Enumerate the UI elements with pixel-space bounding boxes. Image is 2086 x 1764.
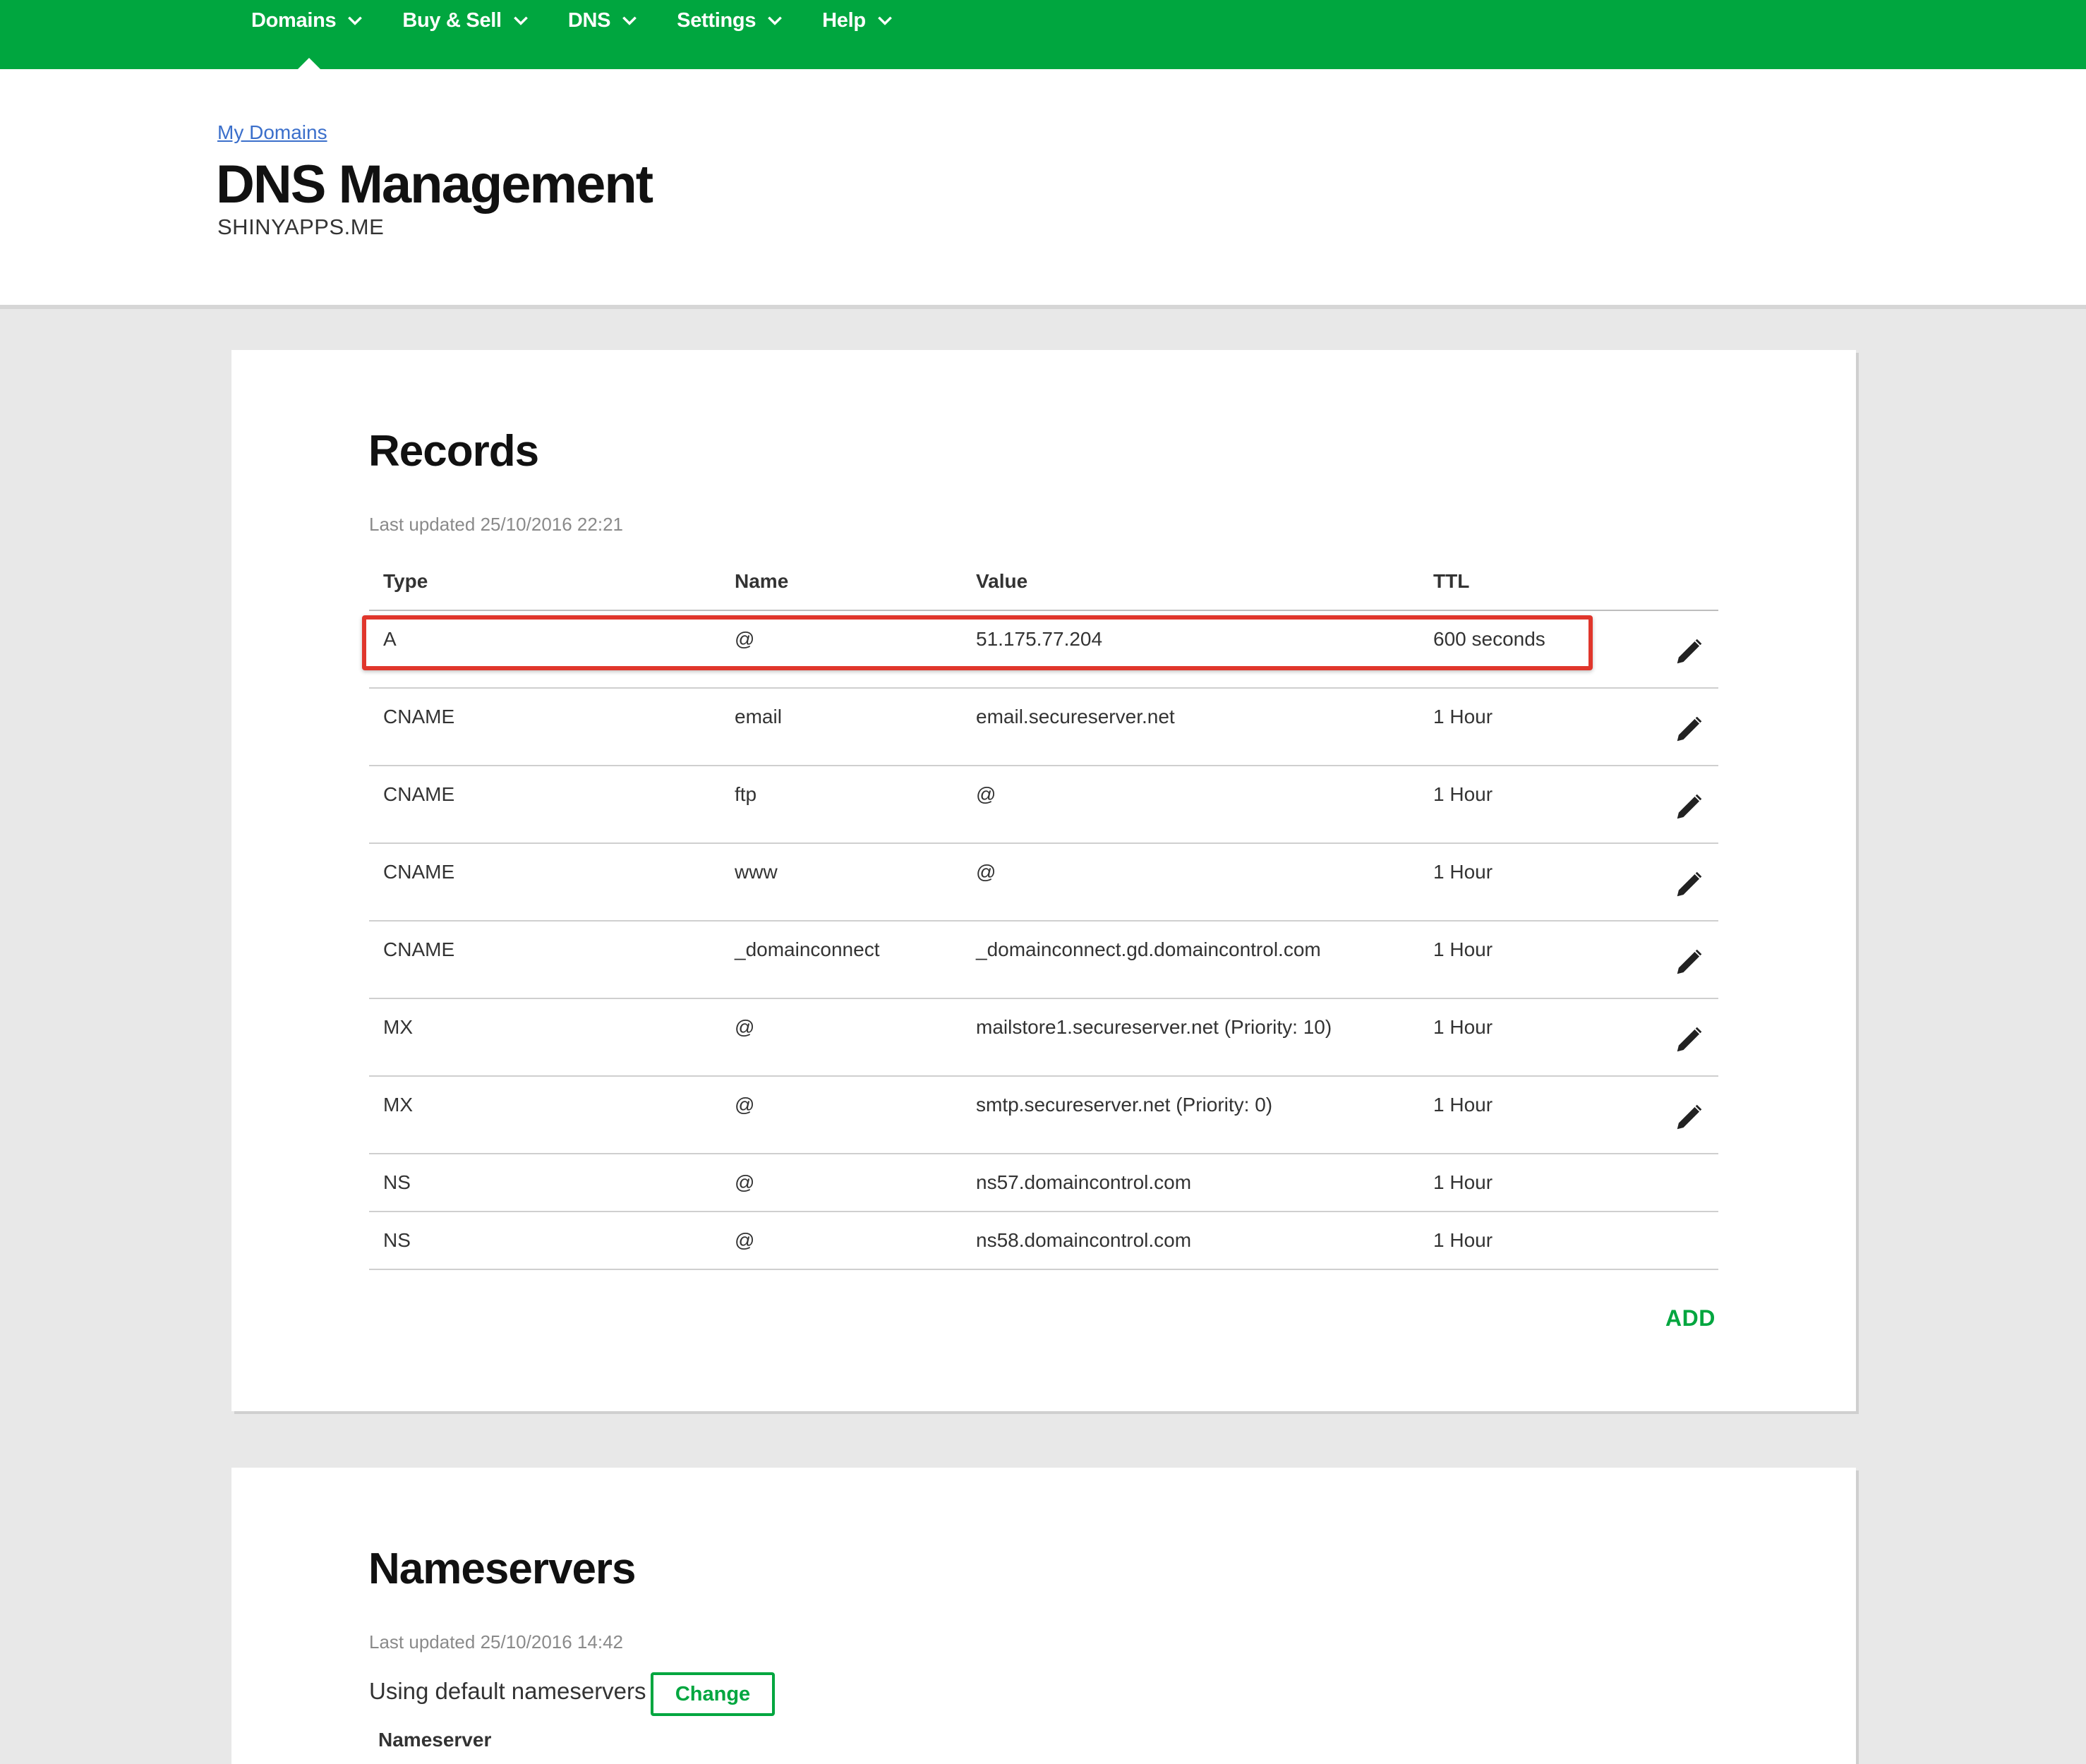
record-type: CNAME xyxy=(383,938,455,960)
record-ttl: 1 Hour xyxy=(1433,706,1493,727)
change-nameservers-button[interactable]: Change xyxy=(651,1672,775,1716)
record-type: NS xyxy=(383,1229,411,1251)
pencil-icon[interactable] xyxy=(1672,710,1708,747)
record-ttl: 1 Hour xyxy=(1433,1229,1493,1251)
active-nav-caret xyxy=(298,58,320,69)
record-name: @ xyxy=(735,1094,755,1116)
table-row: CNAME ftp @ 1 Hour xyxy=(369,766,1718,844)
record-type: NS xyxy=(383,1171,411,1193)
chevron-down-icon xyxy=(876,11,894,30)
table-row: NS @ ns57.domaincontrol.com 1 Hour xyxy=(369,1154,1718,1212)
records-table: Type Name Value TTL A @ 51.175.77.204 60… xyxy=(362,562,1718,1270)
record-value: ns58.domaincontrol.com xyxy=(976,1229,1192,1251)
pencil-icon[interactable] xyxy=(1672,1020,1708,1057)
record-value: @ xyxy=(976,861,996,883)
pencil-icon[interactable] xyxy=(1672,632,1708,669)
record-type: MX xyxy=(383,1094,413,1116)
record-ttl: 1 Hour xyxy=(1433,938,1493,960)
record-name: ftp xyxy=(735,783,757,805)
record-ttl: 1 Hour xyxy=(1433,1094,1493,1116)
record-type: CNAME xyxy=(383,783,455,805)
record-ttl: 1 Hour xyxy=(1433,861,1493,883)
record-value: mailstore1.secureserver.net (Priority: 1… xyxy=(976,1016,1332,1038)
nav-item-label: Help xyxy=(822,8,866,32)
nav-item-label: Buy & Sell xyxy=(402,8,502,32)
pencil-icon[interactable] xyxy=(1672,865,1708,902)
nav-item-help[interactable]: Help xyxy=(822,9,894,32)
record-value: _domainconnect.gd.domaincontrol.com xyxy=(976,938,1321,960)
column-header-nameserver: Nameserver xyxy=(378,1729,492,1751)
record-name: @ xyxy=(735,1171,755,1193)
chevron-down-icon xyxy=(766,11,784,30)
column-header-value: Value xyxy=(976,570,1028,592)
nav-item-settings[interactable]: Settings xyxy=(677,9,784,32)
chevron-down-icon xyxy=(512,11,530,30)
record-name: email xyxy=(735,706,782,727)
add-record-button[interactable]: ADD xyxy=(1665,1305,1716,1331)
record-name: @ xyxy=(735,1229,755,1251)
nav-item-buy-sell[interactable]: Buy & Sell xyxy=(402,9,529,32)
record-ttl: 1 Hour xyxy=(1433,783,1493,805)
nameservers-last-updated: Last updated 25/10/2016 14:42 xyxy=(369,1631,623,1653)
nameservers-status: Using default nameservers xyxy=(369,1678,646,1704)
record-type: MX xyxy=(383,1016,413,1038)
column-header-name: Name xyxy=(735,570,789,592)
record-name: @ xyxy=(735,1016,755,1038)
record-type: A xyxy=(383,628,397,650)
pencil-icon[interactable] xyxy=(1672,1098,1708,1135)
table-row: MX @ mailstore1.secureserver.net (Priori… xyxy=(369,999,1718,1077)
record-ttl: 1 Hour xyxy=(1433,1016,1493,1038)
nameservers-title: Nameservers xyxy=(368,1545,637,1593)
column-header-type: Type xyxy=(383,570,428,592)
record-type: CNAME xyxy=(383,861,455,883)
nav-menu: Domains Buy & Sell DNS Settings Help xyxy=(251,0,932,41)
table-row: CNAME _domainconnect _domainconnect.gd.d… xyxy=(369,922,1718,999)
nav-item-dns[interactable]: DNS xyxy=(568,9,639,32)
record-name: _domainconnect xyxy=(735,938,880,960)
table-row: CNAME www @ 1 Hour xyxy=(369,844,1718,922)
table-header: Type Name Value TTL xyxy=(369,562,1718,611)
record-value: email.secureserver.net xyxy=(976,706,1175,727)
chevron-down-icon xyxy=(620,11,639,30)
nameservers-card: Nameservers Last updated 25/10/2016 14:4… xyxy=(231,1468,1856,1764)
record-value: smtp.secureserver.net (Priority: 0) xyxy=(976,1094,1273,1116)
record-value: @ xyxy=(976,783,996,805)
domain-name: SHINYAPPS.ME xyxy=(217,215,385,239)
record-name: www xyxy=(735,861,778,883)
pencil-icon[interactable] xyxy=(1672,787,1708,824)
table-row: A @ 51.175.77.204 600 seconds xyxy=(362,611,1718,689)
nav-item-label: DNS xyxy=(567,8,611,32)
record-ttl: 1 Hour xyxy=(1433,1171,1493,1193)
pencil-icon[interactable] xyxy=(1672,943,1708,979)
top-navigation-bar: Domains Buy & Sell DNS Settings Help xyxy=(0,0,2086,69)
table-row: NS @ ns58.domaincontrol.com 1 Hour xyxy=(369,1212,1718,1270)
records-card: Records Last updated 25/10/2016 22:21 Ty… xyxy=(231,350,1856,1411)
chevron-down-icon xyxy=(346,11,364,30)
nav-item-label: Domains xyxy=(251,8,337,32)
nav-item-label: Settings xyxy=(677,8,756,32)
nav-item-domains[interactable]: Domains xyxy=(251,9,364,32)
table-row: MX @ smtp.secureserver.net (Priority: 0)… xyxy=(369,1077,1718,1154)
record-type: CNAME xyxy=(383,706,455,727)
page-header: My Domains DNS Management SHINYAPPS.ME xyxy=(0,69,2086,309)
column-header-ttl: TTL xyxy=(1433,570,1470,592)
record-value: 51.175.77.204 xyxy=(976,628,1103,650)
page-title: DNS Management xyxy=(216,155,653,215)
record-name: @ xyxy=(735,628,755,650)
records-last-updated: Last updated 25/10/2016 22:21 xyxy=(369,514,623,535)
record-value: ns57.domaincontrol.com xyxy=(976,1171,1192,1193)
records-title: Records xyxy=(368,427,539,476)
table-row: CNAME email email.secureserver.net 1 Hou… xyxy=(369,689,1718,766)
record-ttl: 600 seconds xyxy=(1433,628,1545,650)
breadcrumb-my-domains[interactable]: My Domains xyxy=(217,121,327,144)
